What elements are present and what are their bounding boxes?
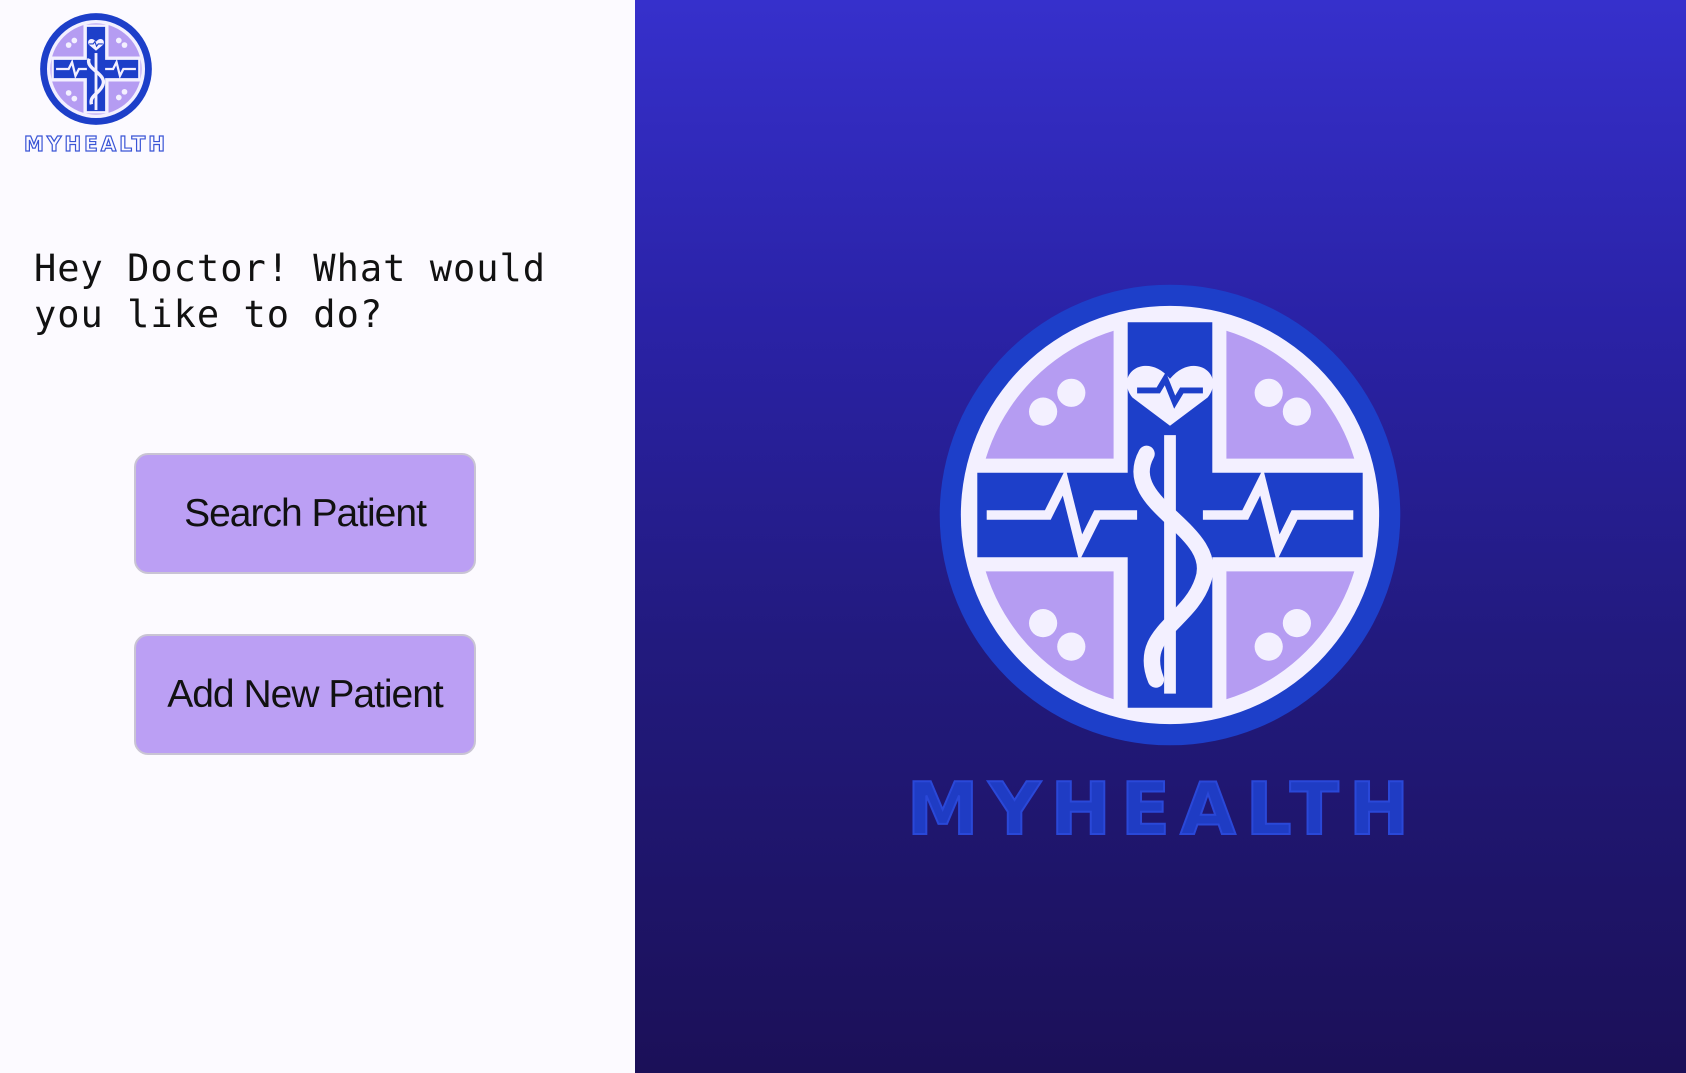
app-window: MYHEALTH Hey Doctor! What would you like… <box>0 0 1686 1073</box>
add-new-patient-button[interactable]: Add New Patient <box>134 634 476 755</box>
hero-wordmark: MYHEALTH <box>906 772 1419 844</box>
hero-wordmark-text: MYHEALTH <box>907 772 1419 844</box>
caduceus-cross-heart-icon <box>40 13 152 125</box>
search-patient-button[interactable]: Search Patient <box>134 453 476 574</box>
brand-wordmark: MYHEALTH <box>23 132 168 156</box>
hero-caduceus-cross-heart-icon <box>939 284 1401 746</box>
brand-logo: MYHEALTH <box>12 12 180 156</box>
sidebar-panel: MYHEALTH Hey Doctor! What would you like… <box>0 0 635 1073</box>
greeting-heading: Hey Doctor! What would you like to do? <box>34 247 547 336</box>
hero-panel: MYHEALTH <box>635 0 1686 1073</box>
brand-wordmark-text: MYHEALTH <box>24 132 168 156</box>
